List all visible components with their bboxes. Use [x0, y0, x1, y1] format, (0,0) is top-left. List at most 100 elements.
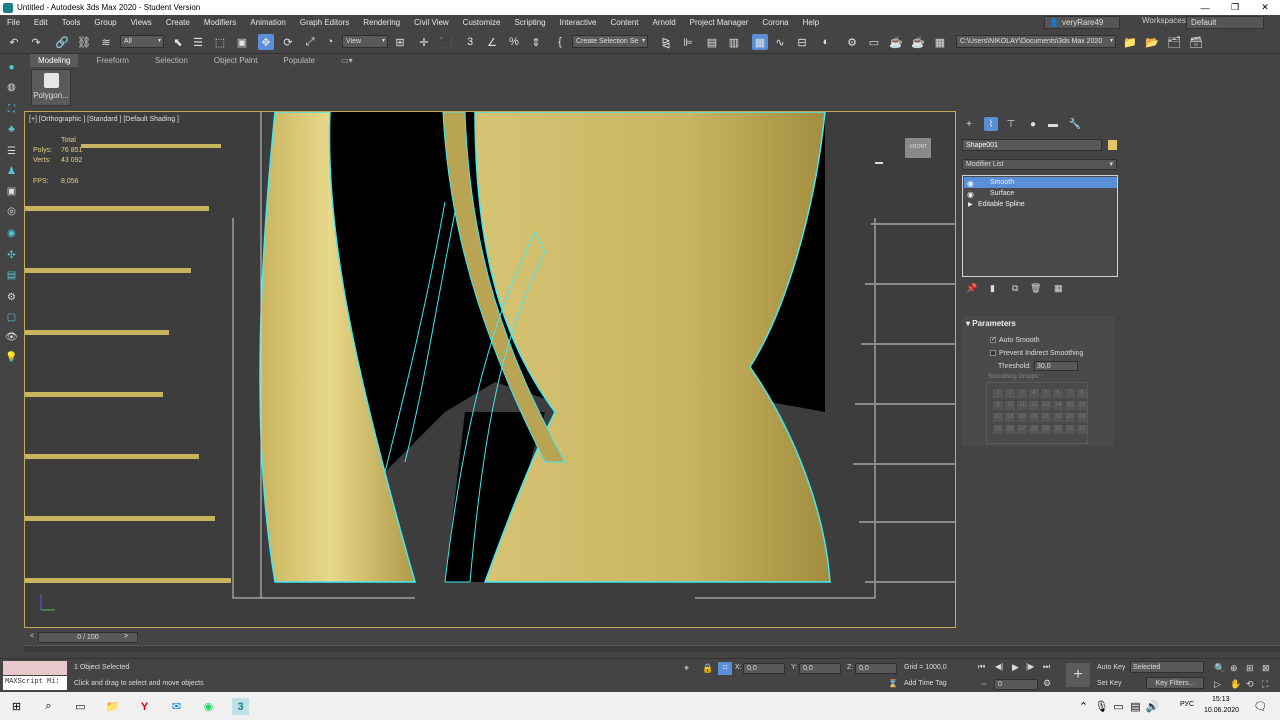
edit-named-selection-icon[interactable]: { [552, 34, 568, 50]
keyboard-shortcut-icon[interactable]: ⬛ [438, 34, 454, 50]
auto-key-button[interactable]: Auto Key [1097, 664, 1125, 671]
smoothing-group-button[interactable]: 10 [1005, 401, 1015, 410]
set-key-button[interactable]: Set Key [1097, 680, 1122, 687]
tab-selection[interactable]: Selection [147, 54, 196, 67]
sphere-icon[interactable]: ◍ [4, 80, 19, 95]
smoothing-group-button[interactable]: 3 [1017, 389, 1027, 398]
mail-icon[interactable]: ✉ [168, 698, 185, 715]
smoothing-group-button[interactable]: 17 [993, 413, 1003, 422]
expand-arrow-icon[interactable]: ▶ [968, 200, 973, 211]
smoothing-group-button[interactable]: 27 [1017, 425, 1027, 434]
3ds-max-taskbar-icon[interactable]: 3 [232, 698, 249, 715]
language-indicator[interactable]: РУС [1180, 701, 1194, 708]
prevent-indirect-checkbox[interactable]: Prevent Indirect Smoothing [990, 350, 1083, 357]
maxscript-mini-listener[interactable]: MAXScript Mi: [3, 676, 67, 690]
menu-group[interactable]: Group [87, 18, 123, 27]
motion-tab-icon[interactable]: ● [1026, 117, 1040, 131]
menu-graph-editors[interactable]: Graph Editors [293, 18, 356, 27]
key-selection-dropdown[interactable]: Selected [1130, 661, 1204, 673]
object-icon[interactable]: ⛶ [4, 102, 19, 117]
archive-folder-icon[interactable]: 🗃 [1188, 34, 1204, 50]
menu-modifiers[interactable]: Modifiers [197, 18, 243, 27]
render-production-icon[interactable]: ☕ [888, 34, 904, 50]
orbit-view-icon[interactable]: ⟲ [1246, 679, 1254, 690]
next-frame-icon[interactable]: |▶ [1026, 662, 1034, 671]
project-folder-icon[interactable]: 📁 [1122, 34, 1138, 50]
go-to-end-icon[interactable]: ⏭ [1043, 662, 1050, 672]
menu-edit[interactable]: Edit [27, 18, 55, 27]
panel-icon[interactable]: ▤ [4, 268, 19, 283]
move-gizmo-icon[interactable]: ✣ [4, 248, 19, 263]
y-coord-field[interactable]: 0,0 [799, 663, 841, 674]
tray-up-arrow-icon[interactable]: ⌃ [1075, 698, 1092, 715]
stack-item-smooth[interactable]: ◉ Smooth [964, 177, 1117, 188]
stack-item-editable-spline[interactable]: ▶ Editable Spline [964, 199, 1117, 210]
ribbon-options-icon[interactable]: ▭▾ [333, 54, 361, 67]
smoothing-group-button[interactable]: 30 [1053, 425, 1063, 434]
absolute-mode-icon[interactable]: ⌗ [718, 662, 732, 675]
link-icon[interactable]: 🔗 [54, 34, 70, 50]
viewport-label[interactable]: [+] [Orthographic ] [Standard ] [Default… [29, 116, 179, 123]
selection-filter-dropdown[interactable]: All ▾ [120, 35, 164, 48]
smoothing-group-button[interactable]: 28 [1029, 425, 1039, 434]
undo-icon[interactable]: ↶ [6, 34, 22, 50]
bind-spacewarp-icon[interactable]: ≋ [98, 34, 114, 50]
clock-time[interactable]: 15:13 [1212, 696, 1230, 703]
modifier-list-dropdown[interactable]: Modifier List ▾ [962, 159, 1117, 170]
create-light-icon[interactable]: ● [4, 60, 19, 75]
smoothing-group-button[interactable]: 11 [1017, 401, 1027, 410]
layer-explorer-icon[interactable]: ▥ [726, 34, 742, 50]
menu-file[interactable]: File [0, 18, 27, 27]
named-selection-dropdown[interactable]: Create Selection Se ▾ [572, 35, 648, 48]
menu-views[interactable]: Views [124, 18, 159, 27]
time-slider[interactable]: 0 / 100 [38, 632, 138, 643]
unlink-icon[interactable]: ⛓ [76, 34, 92, 50]
time-tag-icon[interactable]: ⌛ [888, 679, 898, 688]
minimize-button[interactable]: — [1190, 0, 1220, 15]
play-icon[interactable]: ▶ [1012, 662, 1019, 673]
smoothing-group-button[interactable]: 4 [1029, 389, 1039, 398]
fov-icon[interactable]: ▷ [1214, 679, 1221, 690]
go-to-start-icon[interactable]: ⏮ [978, 662, 985, 672]
make-unique-icon[interactable]: ⧉ [1012, 283, 1018, 294]
remove-modifier-icon[interactable]: 🗑 [1030, 283, 1041, 294]
pin-stack-icon[interactable]: 📌 [966, 283, 977, 294]
smoothing-group-button[interactable]: 16 [1077, 401, 1087, 410]
orbit-icon[interactable]: ◎ [4, 204, 19, 219]
show-end-result-icon[interactable]: ▮ [990, 283, 995, 294]
curve-editor-icon[interactable]: ∿ [772, 34, 788, 50]
window-crossing-icon[interactable]: ▣ [234, 34, 250, 50]
rect-selection-icon[interactable]: ⬚ [212, 34, 228, 50]
user-account-dropdown[interactable]: 👤 veryRare49 [1044, 16, 1120, 29]
menu-content[interactable]: Content [604, 18, 646, 27]
render-activeshade-icon[interactable]: ▦ [932, 34, 948, 50]
rendered-frame-icon[interactable]: ▭ [866, 34, 882, 50]
scale-icon[interactable]: ⤢ [302, 34, 318, 50]
volume-icon[interactable]: 🔊 [1144, 698, 1161, 715]
person-icon[interactable]: ♟ [4, 164, 19, 179]
display-tab-icon[interactable]: ▬ [1046, 117, 1060, 131]
file-explorer-icon[interactable]: 📁 [104, 698, 121, 715]
menu-interactive[interactable]: Interactive [553, 18, 604, 27]
microphone-icon[interactable]: 🎙 [1093, 698, 1110, 715]
menu-create[interactable]: Create [159, 18, 197, 27]
menu-corona[interactable]: Corona [755, 18, 795, 27]
yandex-browser-icon[interactable]: Y [136, 698, 153, 715]
smoothing-group-button[interactable]: 2 [1005, 389, 1015, 398]
current-frame-field[interactable]: 0 [994, 679, 1038, 690]
whatsapp-icon[interactable]: ◉ [200, 698, 217, 715]
menu-civil-view[interactable]: Civil View [407, 18, 456, 27]
select-by-name-icon[interactable]: ☰ [190, 34, 206, 50]
material-editor-icon[interactable]: ◐ [818, 34, 834, 50]
x-coord-field[interactable]: 0,0 [743, 663, 785, 674]
smoothing-group-button[interactable]: 21 [1041, 413, 1051, 422]
pivot-center-icon[interactable]: ⊞ [392, 34, 408, 50]
object-color-swatch[interactable] [1108, 140, 1117, 150]
stack-item-surface[interactable]: ◉ Surface [964, 188, 1117, 199]
battery-icon[interactable]: ▭ [1110, 698, 1127, 715]
box-icon[interactable]: ▣ [4, 184, 19, 199]
hierarchy-tab-icon[interactable]: ⊤ [1004, 117, 1018, 131]
windows-start-icon[interactable]: ⊞ [8, 698, 25, 715]
polygon-modeling-button[interactable]: Polygon... [31, 69, 71, 106]
percent-snap-icon[interactable]: % [506, 34, 522, 50]
